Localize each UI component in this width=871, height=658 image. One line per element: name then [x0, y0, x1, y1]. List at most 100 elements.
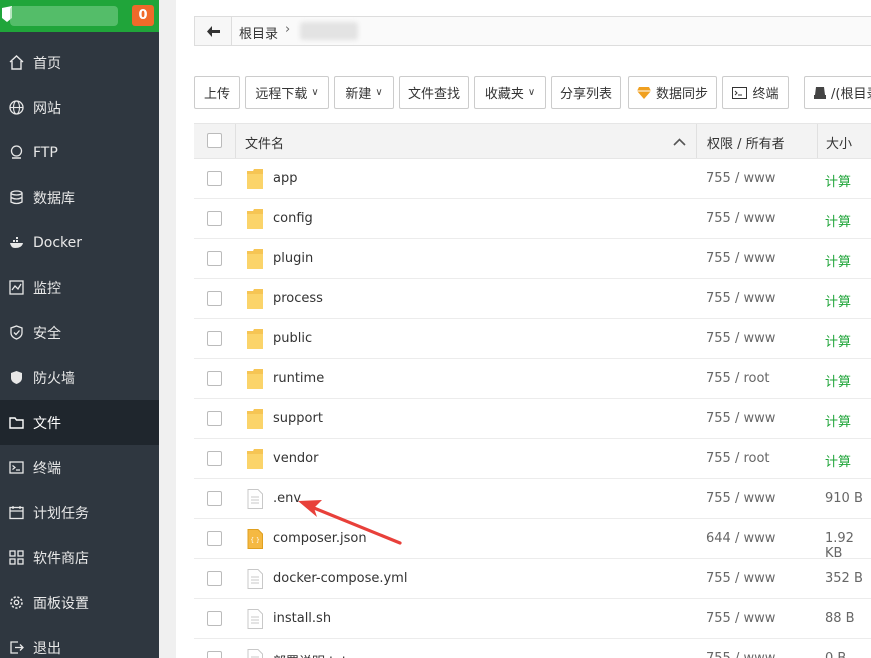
- file-icon: [247, 649, 263, 658]
- row-checkbox[interactable]: [207, 651, 222, 658]
- upload-button[interactable]: 上传: [194, 76, 240, 109]
- table-row[interactable]: runtime 755 / root 计算: [194, 359, 871, 399]
- row-checkbox[interactable]: [207, 611, 222, 626]
- chevron-up-icon[interactable]: [673, 138, 686, 146]
- terminal-button[interactable]: 终端: [722, 76, 789, 109]
- table-row[interactable]: 部署说明.txt 755 / www 0 B: [194, 639, 871, 658]
- sidebar-item-4[interactable]: Docker: [0, 220, 159, 265]
- file-permission[interactable]: 755 / www: [706, 291, 775, 306]
- sidebar-item-12[interactable]: 面板设置: [0, 580, 159, 625]
- sidebar-item-11[interactable]: 软件商店: [0, 535, 159, 580]
- table-row[interactable]: plugin 755 / www 计算: [194, 239, 871, 279]
- sidebar-item-9[interactable]: 终端: [0, 445, 159, 490]
- sidebar-item-0[interactable]: 首页: [0, 40, 159, 85]
- calculate-size-link[interactable]: 计算: [825, 251, 851, 270]
- file-permission[interactable]: 755 / www: [706, 491, 775, 506]
- remote-download-button[interactable]: 远程下载 ∨: [245, 76, 329, 109]
- row-checkbox[interactable]: [207, 211, 222, 226]
- sync-diamond-icon: [636, 86, 651, 99]
- folder-icon: [247, 329, 263, 349]
- row-checkbox[interactable]: [207, 331, 222, 346]
- table-row[interactable]: install.sh 755 / www 88 B: [194, 599, 871, 639]
- svg-text:{ }: { }: [250, 537, 260, 544]
- file-name[interactable]: 部署说明.txt: [273, 651, 347, 658]
- calculate-size-link[interactable]: 计算: [825, 331, 851, 350]
- sidebar-item-label: 计划任务: [33, 505, 89, 522]
- sidebar-item-label: 防火墙: [33, 370, 75, 387]
- row-checkbox[interactable]: [207, 451, 222, 466]
- table-row[interactable]: docker-compose.yml 755 / www 352 B: [194, 559, 871, 599]
- column-header-name[interactable]: 文件名: [245, 133, 284, 152]
- breadcrumb-root[interactable]: 根目录: [239, 23, 278, 42]
- sidebar-item-3[interactable]: 数据库: [0, 175, 159, 220]
- row-checkbox[interactable]: [207, 291, 222, 306]
- favorites-button[interactable]: 收藏夹 ∨: [474, 76, 546, 109]
- new-button[interactable]: 新建 ∨: [334, 76, 394, 109]
- file-permission[interactable]: 755 / www: [706, 411, 775, 426]
- row-checkbox[interactable]: [207, 251, 222, 266]
- sidebar-item-8[interactable]: 文件: [0, 400, 159, 445]
- file-search-button[interactable]: 文件查找: [399, 76, 469, 109]
- calculate-size-link[interactable]: 计算: [825, 291, 851, 310]
- sidebar-item-label: 网站: [33, 100, 61, 117]
- select-all-checkbox[interactable]: [207, 133, 222, 148]
- table-row[interactable]: app 755 / www 计算: [194, 159, 871, 199]
- chevron-down-icon: ∨: [375, 87, 383, 98]
- row-checkbox[interactable]: [207, 171, 222, 186]
- file-permission[interactable]: 755 / www: [706, 251, 775, 266]
- calculate-size-link[interactable]: 计算: [825, 211, 851, 230]
- row-checkbox[interactable]: [207, 371, 222, 386]
- file-permission[interactable]: 755 / www: [706, 211, 775, 226]
- file-permission[interactable]: 755 / root: [706, 371, 770, 386]
- column-header-permission[interactable]: 权限 / 所有者: [707, 133, 785, 152]
- row-checkbox[interactable]: [207, 531, 222, 546]
- row-checkbox[interactable]: [207, 491, 222, 506]
- sidebar-item-13[interactable]: 退出: [0, 625, 159, 658]
- sidebar-item-5[interactable]: 监控: [0, 265, 159, 310]
- file-permission[interactable]: 755 / www: [706, 331, 775, 346]
- file-name[interactable]: docker-compose.yml: [273, 571, 407, 586]
- file-permission[interactable]: 755 / www: [706, 651, 775, 658]
- calculate-size-link[interactable]: 计算: [825, 171, 851, 190]
- calculate-size-link[interactable]: 计算: [825, 371, 851, 390]
- table-row[interactable]: vendor 755 / root 计算: [194, 439, 871, 479]
- table-row[interactable]: config 755 / www 计算: [194, 199, 871, 239]
- column-header-size[interactable]: 大小: [826, 133, 852, 152]
- file-permission[interactable]: 755 / www: [706, 571, 775, 586]
- sidebar-item-1[interactable]: 网站: [0, 85, 159, 130]
- sidebar-item-10[interactable]: 计划任务: [0, 490, 159, 535]
- file-name[interactable]: install.sh: [273, 611, 331, 626]
- table-row[interactable]: public 755 / www 计算: [194, 319, 871, 359]
- file-name[interactable]: process: [273, 291, 323, 306]
- file-permission[interactable]: 755 / root: [706, 451, 770, 466]
- file-name[interactable]: app: [273, 171, 297, 186]
- arrow-left-icon: [206, 25, 220, 37]
- file-name[interactable]: vendor: [273, 451, 318, 466]
- file-permission[interactable]: 644 / www: [706, 531, 775, 546]
- file-permission[interactable]: 755 / www: [706, 171, 775, 186]
- table-row[interactable]: support 755 / www 计算: [194, 399, 871, 439]
- file-name[interactable]: config: [273, 211, 313, 226]
- ftp-icon: [10, 145, 22, 159]
- table-row[interactable]: process 755 / www 计算: [194, 279, 871, 319]
- sidebar-item-6[interactable]: 安全: [0, 310, 159, 355]
- calculate-size-link[interactable]: 计算: [825, 451, 851, 470]
- sidebar-item-7[interactable]: 防火墙: [0, 355, 159, 400]
- file-name[interactable]: support: [273, 411, 323, 426]
- row-checkbox[interactable]: [207, 571, 222, 586]
- row-checkbox[interactable]: [207, 411, 222, 426]
- file-permission[interactable]: 755 / www: [706, 611, 775, 626]
- notification-badge[interactable]: 0: [132, 5, 154, 26]
- share-list-button[interactable]: 分享列表: [551, 76, 621, 109]
- sidebar-item-2[interactable]: FTP: [0, 130, 159, 175]
- folder-icon: [247, 369, 263, 389]
- data-sync-button[interactable]: 数据同步: [628, 76, 717, 109]
- back-button[interactable]: [195, 17, 232, 45]
- folder-icon: [247, 289, 263, 309]
- file-name[interactable]: runtime: [273, 371, 324, 386]
- file-name[interactable]: plugin: [273, 251, 313, 266]
- breadcrumb-path-blurred[interactable]: [300, 22, 358, 40]
- root-dir-button[interactable]: /(根目录: [804, 76, 871, 109]
- calculate-size-link[interactable]: 计算: [825, 411, 851, 430]
- file-name[interactable]: public: [273, 331, 312, 346]
